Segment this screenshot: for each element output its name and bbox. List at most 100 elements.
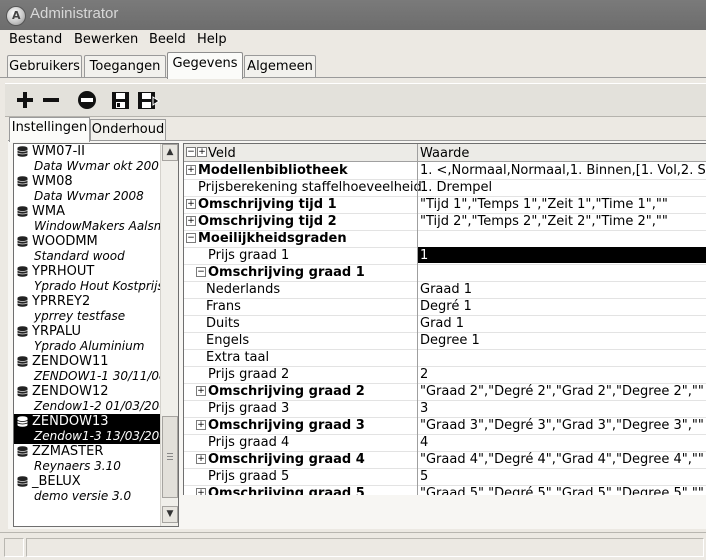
grid-row[interactable]: + Modellenbibliotheek 1. <,Normaal,Normaal… xyxy=(184,162,706,180)
grid-row[interactable]: − Omschrijving graad 1 xyxy=(184,264,706,282)
field-value[interactable]: 1 xyxy=(420,248,428,263)
field-name: Omschrijving graad 4 xyxy=(208,452,365,467)
list-item[interactable]: _BELUX demo versie 3.0 xyxy=(14,474,160,504)
remove-icon[interactable] xyxy=(39,88,63,112)
field-name: Prijs graad 3 xyxy=(208,401,290,416)
grid-row[interactable]: Prijs graad 4 4 xyxy=(184,434,706,452)
field-value[interactable]: "Graad 2","Degré 2","Grad 2","Degree 2",… xyxy=(420,384,704,399)
tab-toegangen[interactable]: Toegangen xyxy=(84,55,166,78)
list-item-name: YPRHOUT xyxy=(32,264,95,279)
field-value[interactable]: 2 xyxy=(420,367,428,382)
list-item[interactable]: YRPALU Yprado Aluminium xyxy=(14,324,160,354)
grid-row[interactable]: Engels Degree 1 xyxy=(184,332,706,350)
grid-row[interactable]: Nederlands Graad 1 xyxy=(184,281,706,299)
grid-row[interactable]: + Omschrijving graad 2 "Graad 2","Degré 2"… xyxy=(184,383,706,401)
tab-onderhoud[interactable]: Onderhoud xyxy=(90,119,166,140)
field-name: Extra taal xyxy=(206,350,270,365)
expand-icon[interactable]: + xyxy=(186,165,196,175)
field-value[interactable]: "Graad 3","Degré 3","Grad 3","Degree 3",… xyxy=(420,418,704,433)
list-scrollbar[interactable]: ▲ ▼ xyxy=(160,144,178,526)
tab-instellingen[interactable]: Instellingen xyxy=(9,117,90,142)
expand-icon[interactable]: + xyxy=(196,420,206,430)
menu-bar: Bestand Bewerken Beeld Help xyxy=(0,30,706,50)
list-item[interactable]: ZENDOW12Zendow1-2 01/03/2009 xyxy=(14,384,160,414)
list-item[interactable]: ZENDOW13Zendow1-3 13/03/2009 xyxy=(14,414,160,444)
list-item[interactable]: WMAWindowMakers Aalsmeer xyxy=(14,204,160,234)
database-icon xyxy=(17,296,28,307)
grid-row[interactable]: Prijs graad 2 2 xyxy=(184,366,706,384)
header-veld[interactable]: Veld xyxy=(208,146,236,161)
list-item-name: WOODMM xyxy=(32,234,98,249)
field-value[interactable]: Degree 1 xyxy=(420,333,480,348)
header-waarde[interactable]: Waarde xyxy=(420,146,469,161)
field-value[interactable]: Graad 1 xyxy=(420,282,472,297)
field-value[interactable]: 1. <,Normaal,Normaal,1. Binnen,[1. Vol,2… xyxy=(420,163,706,178)
list-item[interactable]: WOODMM Standard wood xyxy=(14,234,160,264)
grid-row[interactable]: + Omschrijving tijd 2 "Tijd 2","Temps 2","… xyxy=(184,213,706,231)
grid-row[interactable]: Prijsberekening staffelhoeveelheid 1. Dre… xyxy=(184,179,706,197)
list-item[interactable]: WM07-II Data Wvmar okt 2007 xyxy=(14,144,160,174)
expand-icon[interactable]: + xyxy=(186,199,196,209)
expand-all-icon[interactable]: + xyxy=(197,147,207,157)
menu-bewerken[interactable]: Bewerken xyxy=(74,32,138,47)
grid-row[interactable]: Prijs graad 3 3 xyxy=(184,400,706,418)
tab-gebruikers[interactable]: Gebruikers xyxy=(7,55,82,78)
save-icon[interactable] xyxy=(109,88,133,112)
database-icon xyxy=(17,446,28,457)
database-icon xyxy=(17,416,28,427)
list-item-desc: Zendow1-3 13/03/2009 xyxy=(34,429,160,443)
grid-row[interactable]: Frans Degré 1 xyxy=(184,298,706,316)
scroll-thumb[interactable] xyxy=(162,416,178,498)
grid-row[interactable]: Prijs graad 1 1 xyxy=(184,247,706,265)
database-list[interactable]: WM07-II Data Wvmar okt 2007 WM08 Data Wvmar… xyxy=(13,143,179,527)
collapse-icon[interactable]: − xyxy=(196,267,206,277)
add-icon[interactable] xyxy=(13,88,37,112)
field-name: Modellenbibliotheek xyxy=(198,163,348,178)
menu-bestand[interactable]: Bestand xyxy=(9,32,62,47)
collapse-all-icon[interactable]: − xyxy=(186,147,196,157)
cancel-icon[interactable] xyxy=(75,88,99,112)
list-item[interactable]: YPRHOUT Yprado Hout Kostprijs xyxy=(14,264,160,294)
field-value[interactable]: 5 xyxy=(420,469,428,484)
expand-icon[interactable]: + xyxy=(186,216,196,226)
grid-row[interactable]: Prijs graad 5 5 xyxy=(184,468,706,486)
scroll-up-icon[interactable]: ▲ xyxy=(162,144,178,161)
grid-row[interactable]: + Omschrijving graad 3 "Graad 3","Degré 3"… xyxy=(184,417,706,435)
save-as-icon[interactable] xyxy=(136,88,160,112)
field-value[interactable]: 3 xyxy=(420,401,428,416)
menu-help[interactable]: Help xyxy=(197,32,227,47)
list-item[interactable]: WM08 Data Wvmar 2008 xyxy=(14,174,160,204)
grid-row[interactable]: + Omschrijving tijd 1 "Tijd 1","Temps 1","… xyxy=(184,196,706,214)
field-value[interactable]: 1. Drempel xyxy=(420,180,492,195)
field-value[interactable]: Grad 1 xyxy=(420,316,464,331)
list-item-desc: Zendow1-2 01/03/2009 xyxy=(34,399,160,413)
list-item-desc: Data Wvmar okt 2007 xyxy=(34,159,160,173)
collapse-icon[interactable]: − xyxy=(186,233,196,243)
field-name: Moeilijkheidsgraden xyxy=(198,231,347,246)
list-item-name: ZENDOW13 xyxy=(32,414,109,429)
expand-icon[interactable]: + xyxy=(196,454,206,464)
field-value[interactable]: Degré 1 xyxy=(420,299,472,314)
property-grid[interactable]: − + Veld Waarde + Modellenbibliotheek 1. <… xyxy=(183,143,706,496)
tab-algemeen[interactable]: Algemeen xyxy=(244,55,316,78)
menu-beeld[interactable]: Beeld xyxy=(149,32,186,47)
list-item[interactable]: ZENDOW11 ZENDOW1-1 30/11/08 xyxy=(14,354,160,384)
list-item[interactable]: ZZMASTER Reynaers 3.10 xyxy=(14,444,160,474)
database-icon xyxy=(17,206,28,217)
column-separator[interactable] xyxy=(417,144,418,496)
scroll-down-icon[interactable]: ▼ xyxy=(162,506,178,523)
grid-row[interactable]: Extra taal xyxy=(184,349,706,367)
tab-gegevens[interactable]: Gegevens xyxy=(167,52,243,79)
field-name: Omschrijving graad 3 xyxy=(208,418,365,433)
grid-row[interactable]: − Moeilijkheidsgraden xyxy=(184,230,706,248)
field-value[interactable]: 4 xyxy=(420,435,428,450)
field-value[interactable]: "Graad 4","Degré 4","Grad 4","Degree 4",… xyxy=(420,452,704,467)
list-item[interactable]: YPRREY2 yprrey testfase xyxy=(14,294,160,324)
expand-icon[interactable]: + xyxy=(196,386,206,396)
database-icon xyxy=(17,386,28,397)
field-value[interactable]: "Tijd 2","Temps 2","Zeit 2","Time 2","" xyxy=(420,214,668,229)
title-bar[interactable]: A Administrator xyxy=(0,0,706,30)
grid-row[interactable]: + Omschrijving graad 4 "Graad 4","Degré 4"… xyxy=(184,451,706,469)
field-value[interactable]: "Tijd 1","Temps 1","Zeit 1","Time 1","" xyxy=(420,197,668,212)
grid-row[interactable]: Duits Grad 1 xyxy=(184,315,706,333)
